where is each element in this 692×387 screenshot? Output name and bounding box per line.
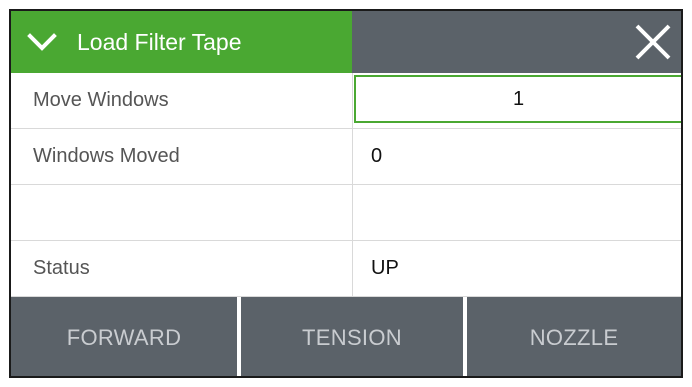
move-windows-label: Move Windows bbox=[11, 73, 353, 128]
status-value: UP bbox=[371, 257, 399, 279]
panel-title: Load Filter Tape bbox=[77, 28, 242, 55]
table-row: Move Windows 1 bbox=[11, 73, 681, 129]
chevron-down-icon bbox=[27, 33, 57, 51]
table-row bbox=[11, 185, 681, 241]
action-bar: FORWARD TENSION NOZZLE bbox=[11, 297, 681, 376]
header-bar bbox=[352, 11, 681, 73]
close-icon bbox=[635, 24, 671, 60]
collapse-toggle[interactable]: Load Filter Tape bbox=[11, 11, 352, 73]
windows-moved-value: 0 bbox=[371, 145, 383, 167]
status-label: Status bbox=[11, 241, 353, 296]
empty-value bbox=[353, 185, 681, 240]
move-windows-input[interactable]: 1 bbox=[354, 75, 681, 123]
empty-label bbox=[11, 185, 353, 240]
tension-button[interactable]: TENSION bbox=[241, 297, 463, 376]
table-row: Windows Moved 0 bbox=[11, 129, 681, 185]
windows-moved-label: Windows Moved bbox=[11, 129, 353, 184]
nozzle-button[interactable]: NOZZLE bbox=[467, 297, 681, 376]
load-filter-tape-panel: Load Filter Tape Move Windows 1 Windows … bbox=[9, 9, 683, 378]
forward-button[interactable]: FORWARD bbox=[11, 297, 237, 376]
parameter-table: Move Windows 1 Windows Moved 0 Status UP bbox=[11, 73, 681, 297]
panel-header: Load Filter Tape bbox=[11, 11, 681, 73]
close-button[interactable] bbox=[631, 20, 675, 64]
table-row: Status UP bbox=[11, 241, 681, 297]
